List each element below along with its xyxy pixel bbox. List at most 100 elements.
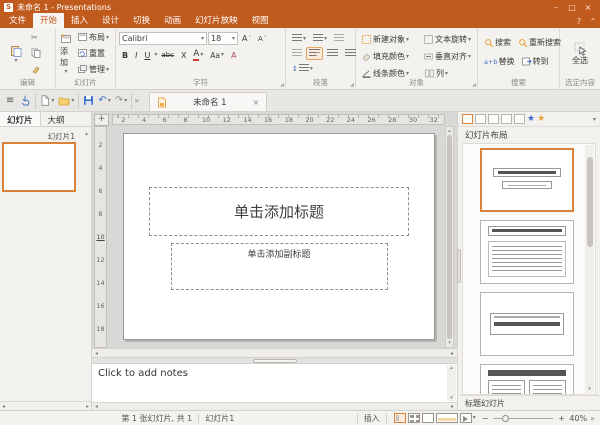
search-button[interactable]: 搜索 — [481, 35, 514, 50]
copy-icon[interactable] — [31, 48, 41, 58]
change-case-button[interactable]: Aa▾ — [207, 49, 227, 62]
minimize-button[interactable]: – — [548, 3, 564, 12]
scroll-right-icon[interactable]: ▸ — [86, 403, 89, 410]
open-file-dropdown-icon[interactable]: ▾ — [71, 98, 74, 104]
paste-dropdown-icon[interactable]: ▾ — [14, 58, 17, 64]
align-left-button[interactable] — [306, 47, 323, 60]
new-file-button[interactable]: ▾ — [39, 94, 55, 107]
strikethrough-button[interactable]: abc — [158, 49, 177, 61]
redo-dropdown-icon[interactable]: ▾ — [124, 98, 127, 104]
reset-button[interactable]: 重置 — [75, 46, 112, 61]
document-tab[interactable]: 未命名 1 × — [149, 92, 267, 111]
notes-splitter[interactable] — [92, 357, 457, 364]
slide-panel-hscrollbar[interactable]: ◂ ▸ — [0, 401, 91, 410]
sidebar-tab-design-icon[interactable] — [475, 114, 486, 124]
tab-slideshow[interactable]: 幻灯片放映 — [188, 13, 245, 28]
increase-indent-button[interactable] — [289, 47, 305, 60]
add-slide-button[interactable]: ★ 添加 ▾ — [59, 30, 73, 78]
canvas-vscrollbar[interactable]: ▴ ▾ — [445, 126, 454, 348]
notes-pane[interactable]: Click to add notes ▴▾ — [92, 364, 457, 402]
new-file-dropdown-icon[interactable]: ▾ — [51, 98, 54, 104]
layout-thumbnail-two-content[interactable] — [480, 364, 574, 395]
document-tab-close-icon[interactable]: × — [252, 98, 259, 107]
layout-list-scrollbar[interactable]: ▾ — [585, 145, 594, 393]
replace-button[interactable]: a+b 替换 — [481, 54, 518, 69]
paste-button[interactable]: ▾ — [3, 30, 29, 78]
notes-page-view-button[interactable] — [436, 413, 458, 423]
font-dialog-launcher-icon[interactable]: ◢ — [280, 82, 284, 88]
touch-mode-icon[interactable] — [19, 94, 32, 107]
scroll-down-icon[interactable]: ▾ — [448, 340, 451, 346]
layout-button[interactable]: 布局▾ — [75, 30, 112, 45]
research-button[interactable]: 重新搜索 — [515, 35, 564, 50]
subtitle-placeholder[interactable]: 单击添加副标题 — [171, 243, 388, 290]
help-icon[interactable]: ? — [572, 17, 586, 26]
slide-sorter-view-button[interactable] — [408, 413, 420, 423]
tab-animation[interactable]: 动画 — [157, 13, 188, 28]
tab-file[interactable]: 文件 — [2, 13, 33, 28]
undo-button[interactable]: ↶▾ — [97, 94, 111, 107]
reading-view-button[interactable] — [422, 413, 434, 423]
sidebar-more-icon[interactable]: ▾ — [593, 116, 596, 123]
numbering-button[interactable]: ▾ — [310, 32, 330, 45]
tab-transitions[interactable]: 切换 — [126, 13, 157, 28]
undo-dropdown-icon[interactable]: ▾ — [108, 98, 111, 104]
grow-font-button[interactable]: Aˆ — [239, 32, 254, 45]
scroll-right-icon[interactable]: ▸ — [451, 350, 454, 357]
manage-button[interactable]: 管理▾ — [75, 62, 112, 77]
qat-overflow-icon[interactable]: » — [134, 96, 139, 105]
scroll-left-icon[interactable]: ◂ — [95, 350, 98, 357]
menu-hamburger-icon[interactable]: ≡ — [5, 94, 15, 107]
layout-thumbnail-title-content[interactable] — [480, 220, 574, 284]
cut-icon[interactable]: ✂ — [31, 33, 41, 42]
text-effect-button[interactable]: A — [228, 49, 239, 62]
slide[interactable]: 单击添加标题 单击添加副标题 — [123, 133, 435, 340]
open-file-button[interactable]: ▾ — [57, 95, 75, 107]
format-painter-icon[interactable] — [31, 64, 41, 74]
font-color-button[interactable]: A▾ — [190, 48, 206, 63]
zoom-level[interactable]: 40% — [565, 414, 587, 423]
star-blue-icon[interactable]: ★ — [527, 115, 535, 124]
statusbar-overflow-icon[interactable]: » — [590, 414, 595, 423]
collapse-ribbon-icon[interactable]: ⌃ — [586, 17, 600, 26]
new-object-button[interactable]: 新建对象▾ — [359, 32, 420, 47]
vertical-align-button[interactable]: 垂直对齐▾ — [421, 49, 474, 64]
title-placeholder[interactable]: 单击添加标题 — [149, 187, 409, 236]
goto-button[interactable]: 转到 — [519, 54, 552, 69]
sidebar-tab-shape-icon[interactable] — [514, 114, 525, 124]
panel-tab-slides[interactable]: 幻灯片 — [0, 112, 41, 126]
sidebar-tab-color-icon[interactable] — [488, 114, 499, 124]
insert-mode-indicator[interactable]: 插入 — [364, 413, 380, 424]
zoom-slider[interactable] — [493, 418, 553, 419]
italic-button[interactable]: I — [132, 49, 140, 62]
sidebar-tab-animation-icon[interactable] — [501, 114, 512, 124]
shrink-font-button[interactable]: Aˇ — [255, 33, 269, 45]
slide-canvas[interactable]: 单击添加标题 单击添加副标题 ▴ ▾ — [107, 126, 457, 348]
fill-color-button[interactable]: 填充颜色▾ — [359, 49, 420, 64]
bold-button[interactable]: B — [119, 49, 131, 62]
tab-insert[interactable]: 插入 — [64, 13, 95, 28]
decrease-indent-button[interactable] — [331, 32, 347, 45]
ruler-origin-button[interactable]: + — [94, 114, 109, 126]
add-slide-dropdown-icon[interactable]: ▾ — [64, 69, 67, 75]
font-family-select[interactable]: Calibri▾ — [119, 32, 207, 45]
redo-button[interactable]: ↷▾ — [114, 94, 128, 107]
panel-scroll-up-icon[interactable]: ▴ — [85, 130, 88, 137]
layout-thumbnail-title-slide[interactable] — [480, 148, 574, 212]
scroll-left-icon[interactable]: ◂ — [2, 403, 5, 410]
normal-view-button[interactable] — [394, 413, 406, 423]
tab-design[interactable]: 设计 — [95, 13, 126, 28]
sidebar-collapse-handle[interactable] — [457, 249, 461, 283]
line-spacing-button[interactable]: ↕▾ — [289, 62, 316, 75]
paragraph-dialog-launcher-icon[interactable]: ◢ — [350, 82, 354, 88]
bullets-button[interactable]: ▾ — [289, 32, 309, 45]
layout-thumbnail-section-header[interactable] — [480, 292, 574, 356]
panel-tab-outline[interactable]: 大纲 — [41, 112, 72, 126]
close-button[interactable]: × — [580, 3, 596, 12]
notes-vscrollbar[interactable]: ▴▾ — [447, 365, 456, 401]
tab-home[interactable]: 开始 — [33, 13, 64, 28]
maximize-button[interactable]: □ — [564, 3, 580, 12]
slideshow-dropdown-icon[interactable]: ▾ — [473, 415, 476, 421]
align-center-button[interactable] — [324, 47, 341, 60]
subscript-button[interactable]: X — [178, 49, 189, 62]
